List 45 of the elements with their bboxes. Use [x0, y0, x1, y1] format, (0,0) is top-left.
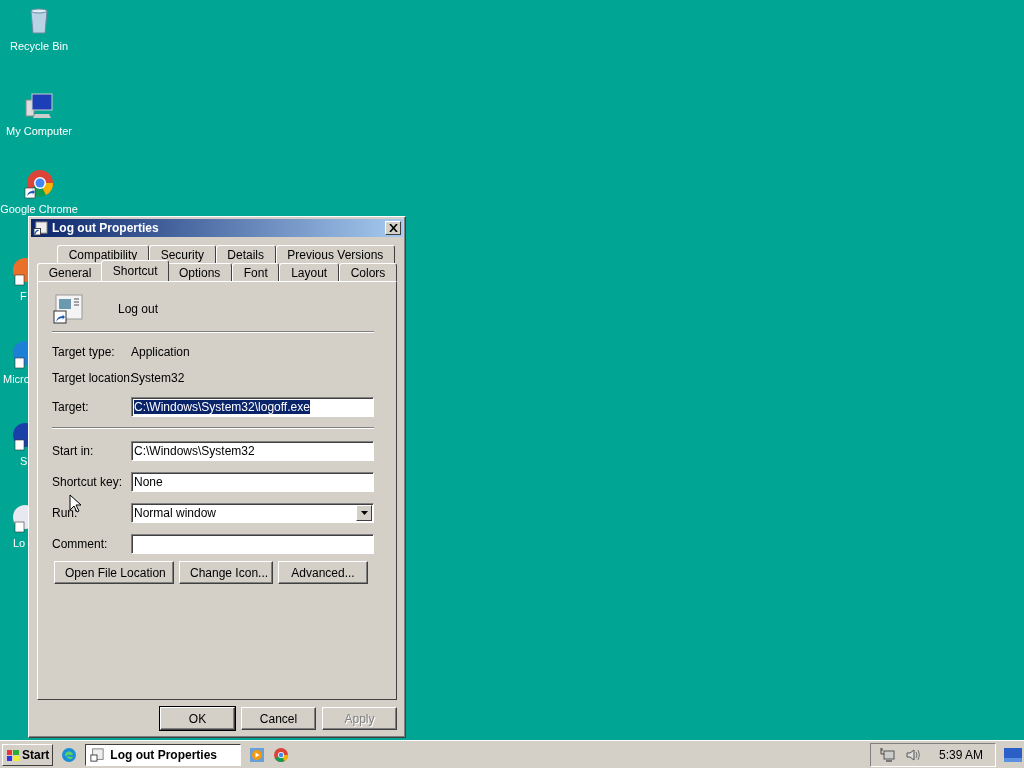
field-label: Run:	[52, 505, 79, 520]
chrome-icon[interactable]	[273, 746, 290, 763]
tab[interactable]: Shortcut	[101, 260, 170, 281]
field-label: Shortcut key:	[52, 474, 124, 489]
network-icon[interactable]	[878, 746, 895, 763]
dialog-button[interactable]: Cancel	[241, 707, 316, 730]
close-button[interactable]	[385, 221, 401, 235]
action-button[interactable]: Change Icon...	[179, 561, 273, 584]
dropdown[interactable]: Normal window	[131, 502, 374, 523]
field-label: Start in:	[52, 443, 95, 458]
input-field[interactable]: C:\Windows\System32\logoff.exe	[131, 396, 374, 417]
shortcut-icon	[90, 747, 105, 762]
tab[interactable]: Previous Versions	[275, 245, 395, 263]
tab[interactable]: Font	[232, 263, 280, 281]
window-title: Log out Properties	[52, 221, 160, 235]
input-field[interactable]	[131, 533, 374, 554]
input-field[interactable]: None	[131, 471, 374, 492]
tab[interactable]: Compatibility	[57, 245, 149, 263]
tab[interactable]: Colors	[338, 263, 398, 281]
field-value: Application	[131, 345, 190, 359]
start-button[interactable]: Start	[2, 743, 54, 766]
volume-icon[interactable]	[904, 746, 921, 763]
shortcut-icon	[33, 220, 48, 236]
action-button[interactable]: Open File Location	[54, 561, 174, 584]
field-label: Comment:	[52, 536, 109, 551]
tab[interactable]: General	[37, 263, 104, 281]
tab[interactable]: Layout	[279, 263, 339, 281]
tab[interactable]: Details	[215, 245, 276, 263]
chrome-icon[interactable]	[23, 168, 55, 200]
tab[interactable]: Security	[149, 245, 216, 263]
dialog-button[interactable]: OK	[160, 707, 235, 730]
tab[interactable]: Options	[167, 263, 233, 281]
input-field[interactable]: C:\Windows\System32	[131, 440, 374, 461]
shortcut-name: Log out	[118, 302, 159, 316]
taskbar-button[interactable]: Log out Properties	[85, 743, 242, 766]
field-label: Target type:	[52, 345, 116, 359]
field-value: System32	[131, 371, 185, 385]
action-button[interactable]: Advanced...	[278, 561, 368, 584]
field-label: Target location:	[52, 371, 131, 385]
clock: 5:39 AM	[938, 747, 983, 762]
flag-icon	[6, 747, 20, 762]
shortcut-icon	[52, 293, 84, 325]
show-desktop-icon[interactable]	[1004, 747, 1022, 762]
close-icon	[388, 224, 398, 232]
field-label: Target:	[52, 399, 90, 414]
